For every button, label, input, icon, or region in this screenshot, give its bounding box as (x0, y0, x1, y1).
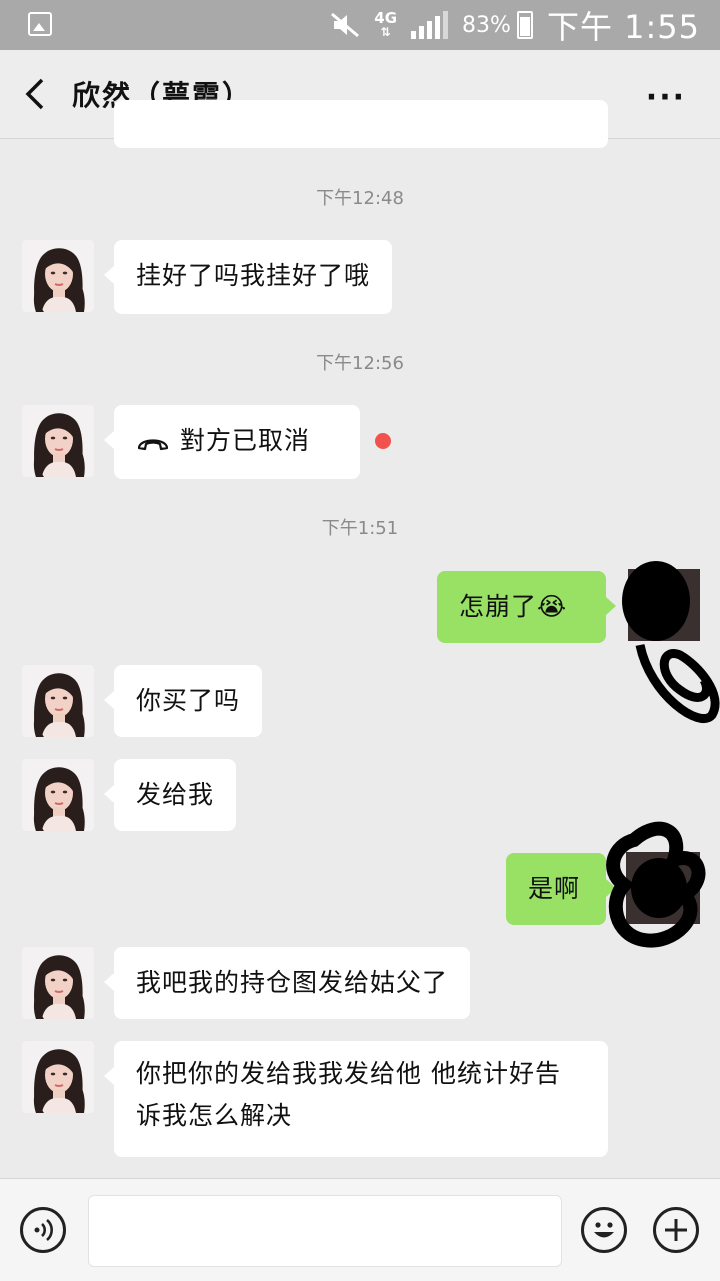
network-type: 4G (374, 9, 398, 27)
sent-message-bubble[interactable]: 是啊 (506, 853, 616, 925)
gallery-icon (28, 12, 52, 36)
input-bar (0, 1178, 720, 1281)
battery-percent: 83% (462, 12, 511, 38)
mute-icon (331, 12, 360, 38)
status-bar: 4G ⇅ 83% 下午 1:55 (0, 0, 720, 50)
received-message-bubble[interactable]: 你买了吗 (103, 665, 263, 737)
received-message-bubble[interactable]: 你把你的发给我我发给他 他统计好告诉我怎么解决 (104, 1041, 608, 1157)
sent-message-bubble[interactable]: 怎崩了😭 (437, 571, 616, 643)
unread-dot (375, 433, 391, 449)
message-text: 對方已取消 (180, 426, 311, 455)
message-text: 我吧我的持仓图发给姑父了 (136, 968, 449, 997)
avatar[interactable] (22, 947, 94, 1019)
message-text: 你买了吗 (136, 686, 241, 715)
avatar[interactable] (22, 665, 94, 737)
phone-hangup-icon (137, 439, 169, 451)
previous-message-bubble[interactable] (114, 100, 608, 148)
back-arrow-icon[interactable] (22, 76, 50, 112)
clock: 下午 1:55 (546, 8, 700, 46)
message-text: 挂好了吗我挂好了哦 (136, 261, 371, 290)
signal-icon (411, 11, 449, 39)
message-text: 你把你的发给我我发给他 他统计好告诉我怎么解决 (136, 1059, 561, 1130)
received-message-bubble[interactable]: 挂好了吗我挂好了哦 (103, 240, 393, 314)
avatar[interactable] (22, 759, 94, 831)
more-options-icon[interactable]: ··· (646, 80, 686, 115)
timestamp: 下午12:56 (316, 353, 404, 374)
received-message-bubble[interactable]: 我吧我的持仓图发给姑父了 (103, 947, 471, 1019)
voice-icon[interactable] (20, 1207, 66, 1253)
message-input[interactable] (88, 1195, 562, 1267)
received-message-bubble[interactable]: 发给我 (103, 759, 237, 831)
message-text: 是啊 (528, 874, 581, 903)
timestamp: 下午12:48 (316, 188, 404, 209)
message-text: 发给我 (136, 780, 215, 809)
emoji-icon[interactable] (581, 1207, 627, 1253)
network-indicator: 4G ⇅ (374, 9, 398, 40)
avatar[interactable] (22, 240, 94, 312)
scribbled-avatar (622, 561, 720, 723)
avatar[interactable] (22, 405, 94, 477)
plus-icon[interactable] (653, 1207, 699, 1253)
crying-emoji: 😭 (537, 592, 568, 621)
battery-icon (516, 11, 533, 39)
call-cancelled-bubble[interactable]: 對方已取消 (104, 405, 360, 479)
avatar[interactable] (22, 1041, 94, 1113)
message-text: 怎崩了 (459, 592, 538, 621)
timestamp: 下午1:51 (321, 518, 399, 539)
scribbled-avatar (606, 821, 706, 948)
